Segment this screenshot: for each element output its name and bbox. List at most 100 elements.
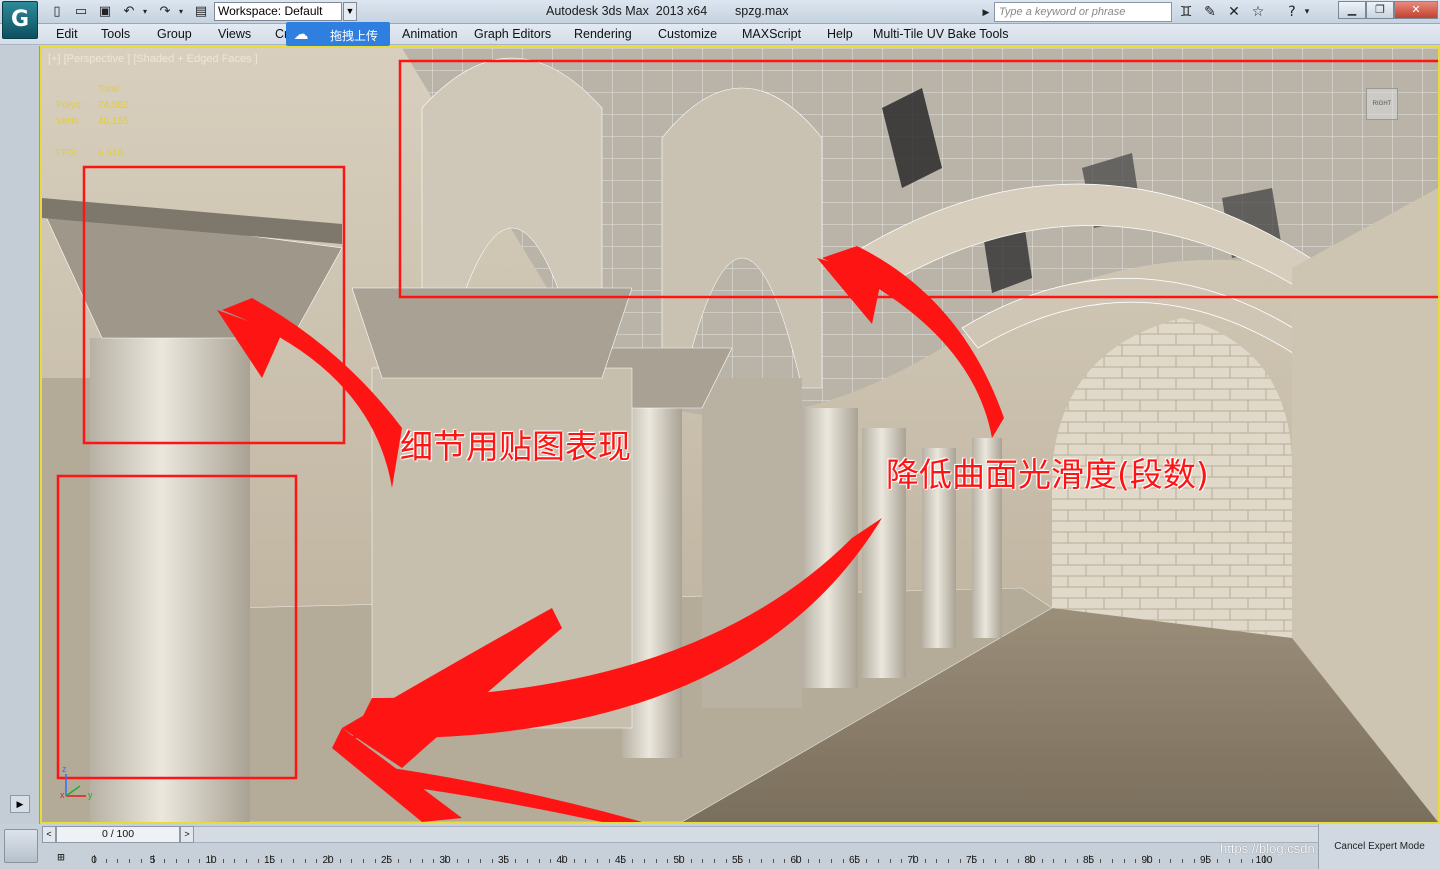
ruler-tick (749, 859, 751, 863)
ruler-tick-label: 0 (91, 855, 97, 866)
chevron-right-icon[interactable]: > (180, 826, 194, 843)
maximize-button[interactable]: ❐ (1366, 1, 1394, 19)
ruler-tick (538, 859, 540, 863)
new-file-icon[interactable]: ▯ (48, 3, 66, 21)
chevron-down-icon[interactable]: ▼ (343, 2, 357, 21)
minimize-button[interactable]: ▁ (1338, 1, 1366, 19)
fps-value: 6.616 (98, 148, 124, 159)
menu-graph-editors[interactable]: Graph Editors (474, 27, 551, 41)
title-bar: G ▯ ▭ ▣ ↶ ▾ ↷ ▾ ▤ Workspace: Default ▼ A… (0, 0, 1440, 39)
ruler-tick (702, 859, 704, 863)
app-logo-icon: G (10, 7, 30, 32)
menu-bar: Edit Tools Group Views Cr Animation Grap… (0, 24, 1440, 45)
ruler-tick-label: 5 (149, 855, 156, 866)
menu-edit[interactable]: Edit (56, 27, 78, 41)
ruler-tick (234, 859, 236, 863)
ruler-tick (983, 859, 985, 863)
axis-label-z: z (62, 764, 67, 774)
ruler-tick-label: 40 (556, 855, 568, 866)
ruler-tick (1053, 859, 1055, 863)
ruler-tick (819, 859, 821, 863)
ruler-tick (246, 859, 248, 863)
ruler-tick-label: 30 (439, 855, 451, 866)
ruler-tick (1135, 859, 1137, 863)
ruler-tick (129, 859, 131, 863)
binoculars-icon[interactable]: ♊ (1176, 3, 1196, 21)
star-icon[interactable]: ☆ (1248, 3, 1268, 21)
ruler-tick (1193, 859, 1195, 863)
perspective-viewport[interactable]: z x y [+] [Perspective ] [Shaded + Edged… (40, 46, 1440, 824)
workspace-select[interactable]: Workspace: Default (214, 2, 342, 21)
menu-animation[interactable]: Animation (402, 27, 458, 41)
ruler-tick-label: 50 (673, 855, 685, 866)
viewport-label[interactable]: [+] [Perspective ] [Shaded + Edged Faces… (48, 53, 258, 65)
ruler-tick (655, 859, 657, 863)
viewcube[interactable]: RIGHT (1366, 88, 1398, 120)
ruler-tick-label: 85 (1082, 855, 1095, 866)
ruler-tick (667, 859, 669, 863)
menu-help[interactable]: Help (827, 27, 853, 41)
menu-tools[interactable]: Tools (101, 27, 130, 41)
project-folder-icon[interactable]: ▤ (192, 3, 210, 21)
ruler-tick (316, 859, 318, 863)
play-icon[interactable]: ▶ (10, 795, 30, 813)
ruler-tick (491, 859, 493, 863)
ruler-tick-label: 65 (848, 855, 861, 866)
ruler-tick-label: 15 (263, 855, 276, 866)
menu-rendering[interactable]: Rendering (574, 27, 632, 41)
ruler-tick (409, 859, 411, 863)
ruler-tick (842, 859, 844, 863)
ruler-tick (433, 859, 435, 863)
ruler-tick (363, 859, 365, 863)
ruler-tick (924, 859, 926, 863)
time-slider-handle[interactable]: 0 / 100 (56, 826, 180, 843)
chevron-left-icon[interactable]: < (42, 826, 56, 843)
key-filter-icon[interactable]: ⊞ (50, 848, 72, 866)
menu-group[interactable]: Group (157, 27, 192, 41)
ruler-tick (1111, 859, 1113, 863)
ruler-tick (948, 859, 950, 863)
track-bar-ruler[interactable]: 0 5 10 15 20 25 30 35 40 45 50 55 60 65 70 75 80 85 90 95 10… (91, 846, 1318, 869)
time-slider-track[interactable] (194, 826, 1318, 843)
menu-maxscript[interactable]: MAXScript (742, 27, 801, 41)
help-dropdown-icon[interactable]: ▾ (1302, 3, 1312, 21)
ruler-tick (398, 859, 400, 863)
ruler-tick-label: 25 (380, 855, 393, 866)
help-icon[interactable]: ? (1282, 3, 1302, 21)
save-icon[interactable]: ▣ (96, 3, 114, 21)
tools-icon[interactable]: ✎ (1200, 3, 1220, 21)
ruler-tick (1252, 859, 1254, 863)
cancel-expert-mode-button[interactable]: Cancel Expert Mode (1318, 824, 1440, 869)
ruler-tick (690, 859, 692, 863)
ruler-tick (632, 859, 634, 863)
x-tools-icon[interactable]: ✕ (1224, 3, 1244, 21)
undo-icon[interactable]: ↶ (120, 3, 138, 21)
ruler-tick-label: 60 (790, 855, 802, 866)
menu-customize[interactable]: Customize (658, 27, 717, 41)
redo-dropdown-icon[interactable]: ▾ (176, 3, 186, 21)
menu-views[interactable]: Views (218, 27, 251, 41)
menu-multi-tile-uv-bake-tools[interactable]: Multi-Tile UV Bake Tools (873, 27, 1008, 41)
ruler-tick (468, 859, 470, 863)
ruler-tick-label: 20 (322, 855, 334, 866)
open-file-icon[interactable]: ▭ (72, 3, 90, 21)
ruler-tick (901, 859, 903, 863)
drag-upload-button[interactable]: ☁ 拖拽上传 (286, 22, 390, 46)
app-menu-button[interactable]: G (2, 1, 38, 39)
ruler-tick (257, 859, 259, 863)
close-button[interactable]: ✕ (1394, 1, 1438, 19)
search-expand-icon[interactable]: ▶ (980, 2, 992, 22)
search-input[interactable]: Type a keyword or phrase (994, 2, 1172, 22)
ruler-tick (187, 859, 189, 863)
cloud-icon: ☁ (293, 25, 309, 43)
ruler-tick (550, 859, 552, 863)
redo-icon[interactable]: ↷ (156, 3, 174, 21)
ruler-tick (1182, 859, 1184, 863)
ruler-tick (515, 859, 517, 863)
stats-header: Total (98, 84, 120, 95)
ruler-tick (643, 859, 645, 863)
undo-dropdown-icon[interactable]: ▾ (140, 3, 150, 21)
mini-listener-button[interactable] (4, 829, 38, 863)
ruler-tick (1065, 859, 1067, 863)
ruler-tick (994, 859, 996, 863)
